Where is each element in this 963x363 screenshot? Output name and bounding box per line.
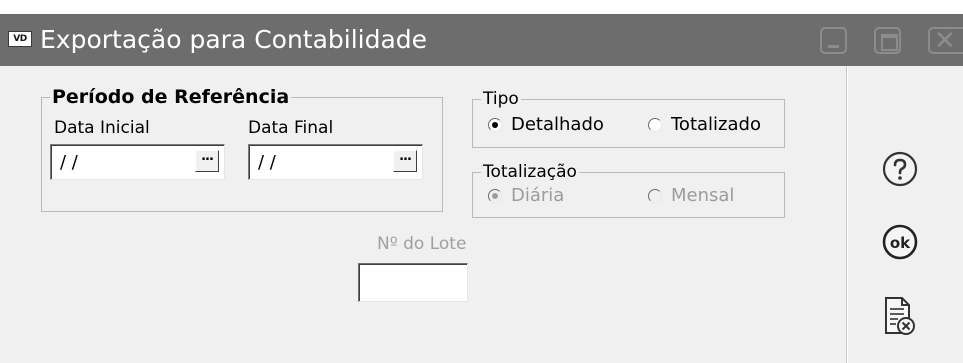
radio-totalizado-label: Totalizado (671, 114, 761, 135)
data-final-label: Data Final (248, 118, 334, 138)
minimize-icon (828, 45, 839, 48)
window-title: Exportação para Contabilidade (40, 25, 428, 54)
radio-totalizado-circle[interactable] (648, 117, 662, 132)
close-button[interactable]: ✕ (928, 26, 963, 56)
lote-label: Nº do Lote (377, 234, 467, 254)
radio-mensal-label: Mensal (671, 185, 735, 206)
totalizacao-legend: Totalização (483, 162, 577, 182)
close-icon: ✕ (934, 26, 956, 56)
lote-input[interactable] (358, 263, 468, 302)
radio-diaria: Diária (488, 185, 564, 206)
minimize-button[interactable] (820, 27, 847, 54)
svg-text:ok: ok (890, 234, 911, 252)
data-final-picker-button[interactable]: ... (393, 150, 417, 172)
radio-detalhado-circle[interactable] (488, 117, 502, 132)
title-bar[interactable]: VD Exportação para Contabilidade ✕ (0, 14, 963, 66)
data-final-value: / / (258, 152, 276, 173)
document-cancel-icon[interactable] (882, 296, 916, 336)
data-inicial-label: Data Inicial (54, 118, 150, 138)
data-inicial-picker-button[interactable]: ... (195, 150, 219, 172)
tipo-legend: Tipo (483, 89, 519, 109)
app-logo-icon: VD (8, 31, 32, 47)
sidebar-divider-highlight (847, 66, 848, 363)
radio-detalhado-label: Detalhado (511, 114, 604, 135)
data-inicial-field[interactable]: / / ... (50, 144, 225, 180)
data-inicial-value: / / (60, 152, 78, 173)
ok-circle-icon[interactable]: ok (882, 224, 918, 260)
maximize-button[interactable] (874, 27, 901, 54)
radio-totalizado[interactable]: Totalizado (648, 114, 761, 135)
radio-mensal: Mensal (648, 185, 734, 206)
radio-diaria-circle (488, 188, 502, 203)
radio-detalhado[interactable]: Detalhado (488, 114, 604, 135)
periodo-legend: Período de Referência (52, 86, 290, 108)
maximize-icon (881, 34, 898, 51)
data-final-field[interactable]: / / ... (248, 144, 423, 180)
radio-mensal-circle (648, 188, 662, 203)
radio-diaria-label: Diária (511, 185, 565, 206)
help-circle-icon[interactable] (882, 151, 918, 187)
dialog-body: Período de Referência Data Inicial Data … (0, 66, 963, 363)
